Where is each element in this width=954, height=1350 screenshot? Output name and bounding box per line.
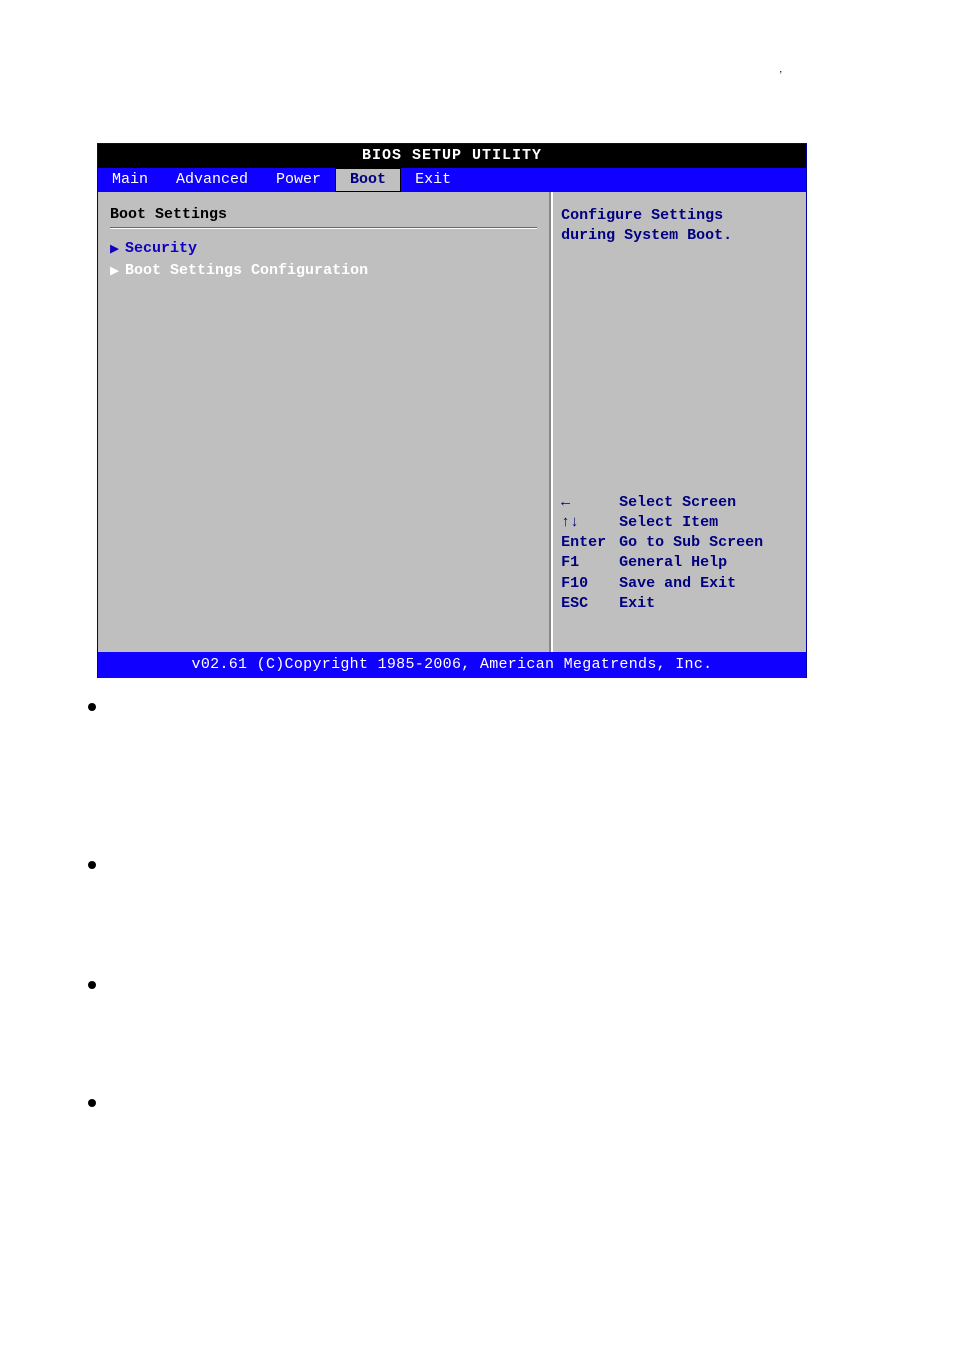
bios-menubar: Main Advanced Power Boot Exit	[98, 168, 806, 192]
bios-key-row: ↑↓ Select Item	[561, 513, 796, 533]
bios-item-security[interactable]: ▶ Security	[110, 239, 537, 258]
bullet-icon	[88, 861, 96, 869]
bios-left-pane: Boot Settings ▶ Security ▶ Boot Settings…	[98, 192, 551, 652]
bios-key-legend: ← Select Screen ↑↓ Select Item Enter Go …	[561, 493, 796, 615]
bios-section-title: Boot Settings	[110, 206, 537, 223]
key-action: Exit	[619, 594, 655, 614]
bios-menu-main[interactable]: Main	[98, 168, 162, 192]
bios-divider	[110, 227, 537, 229]
bios-item-boot-settings-config[interactable]: ▶ Boot Settings Configuration	[110, 261, 537, 280]
bios-help-line: Configure Settings	[561, 206, 796, 226]
bios-help-line: during System Boot.	[561, 226, 796, 246]
key-up-down-arrow: ↑↓	[561, 513, 619, 533]
bios-menu-power[interactable]: Power	[262, 168, 335, 192]
bios-body: Boot Settings ▶ Security ▶ Boot Settings…	[98, 192, 806, 652]
list-item	[88, 1092, 808, 1107]
key-f10: F10	[561, 574, 619, 594]
list-item	[88, 696, 808, 711]
key-action: Select Item	[619, 513, 718, 533]
triangle-right-icon: ▶	[110, 239, 119, 258]
bios-key-row: ← Select Screen	[561, 493, 796, 513]
key-enter: Enter	[561, 533, 619, 553]
key-action: Go to Sub Screen	[619, 533, 763, 553]
bios-item-label: Security	[125, 240, 197, 257]
bios-key-row: F1 General Help	[561, 553, 796, 573]
bios-key-row: Enter Go to Sub Screen	[561, 533, 796, 553]
bios-screenshot: BIOS SETUP UTILITY Main Advanced Power B…	[97, 143, 807, 678]
bios-title: BIOS SETUP UTILITY	[98, 144, 806, 168]
list-item	[88, 974, 808, 989]
key-f1: F1	[561, 553, 619, 573]
bios-key-row: F10 Save and Exit	[561, 574, 796, 594]
stray-mark: ,	[780, 64, 783, 75]
bios-help-pane: Configure Settings during System Boot. ←…	[551, 192, 806, 652]
list-item	[88, 854, 808, 869]
bios-menu-advanced[interactable]: Advanced	[162, 168, 262, 192]
bios-key-row: ESC Exit	[561, 594, 796, 614]
bullet-icon	[88, 703, 96, 711]
key-action: Select Screen	[619, 493, 736, 513]
bios-footer: v02.61 (C)Copyright 1985-2006, American …	[98, 652, 806, 678]
bullet-icon	[88, 1099, 96, 1107]
bios-menu-exit[interactable]: Exit	[401, 168, 465, 192]
bios-help-text: Configure Settings during System Boot.	[561, 206, 796, 247]
key-esc: ESC	[561, 594, 619, 614]
key-action: General Help	[619, 553, 727, 573]
bios-item-label: Boot Settings Configuration	[125, 262, 368, 279]
doc-bullet-list	[88, 696, 808, 1216]
page: , BIOS SETUP UTILITY Main Advanced Power…	[0, 0, 954, 1350]
bullet-icon	[88, 981, 96, 989]
key-action: Save and Exit	[619, 574, 736, 594]
key-left-arrow: ←	[561, 493, 619, 513]
triangle-right-icon: ▶	[110, 261, 119, 280]
bios-menu-boot[interactable]: Boot	[335, 168, 401, 192]
